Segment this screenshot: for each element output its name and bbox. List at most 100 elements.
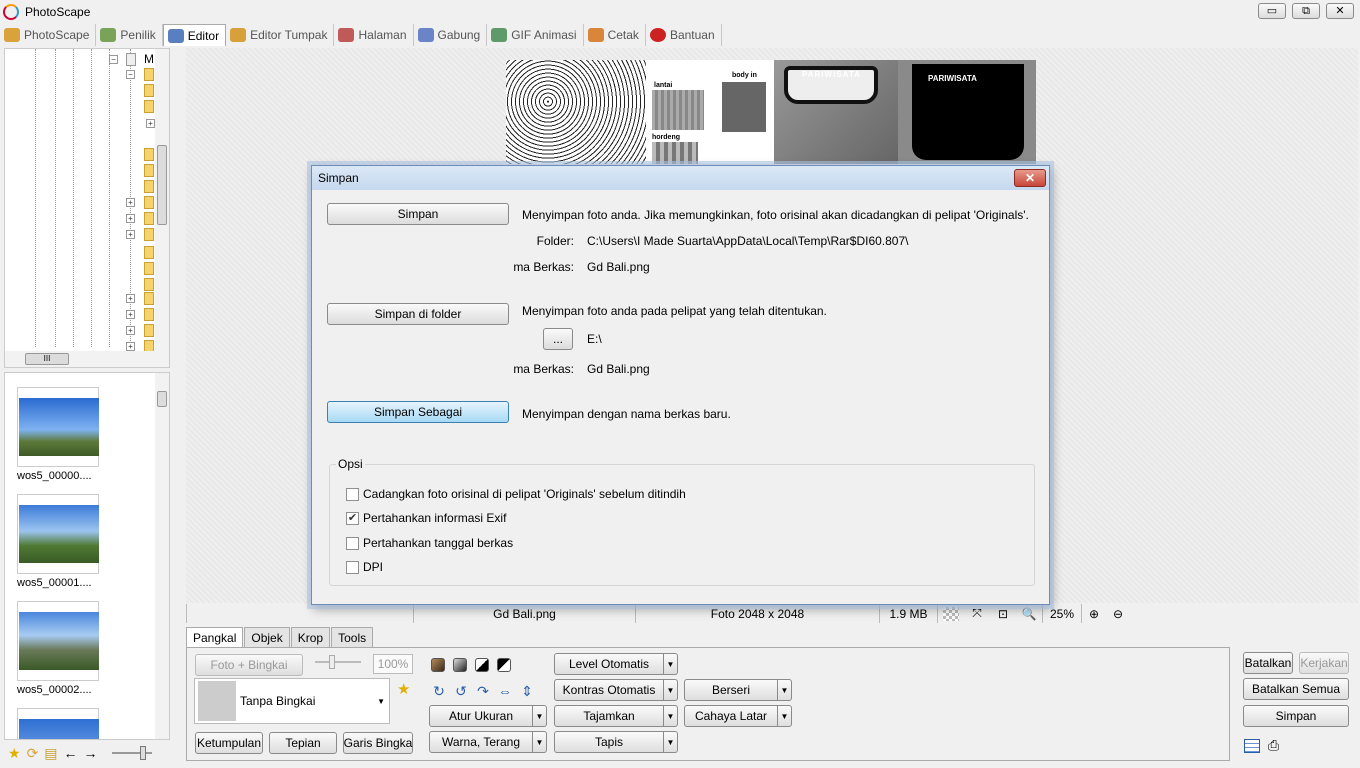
- list-view-icon[interactable]: [1244, 739, 1260, 753]
- tab-penilik[interactable]: Penilik: [96, 24, 163, 46]
- zoom-in-icon[interactable]: ⊕: [1082, 604, 1106, 623]
- tab-editor[interactable]: Editor: [162, 24, 227, 46]
- checkmark-icon[interactable]: ✔: [346, 511, 359, 525]
- undo-all-button[interactable]: Batalkan Semua: [1243, 678, 1349, 700]
- tab-tools[interactable]: Tools: [331, 627, 374, 647]
- favorite-star-icon[interactable]: ★: [397, 680, 410, 698]
- tree-collapse-toggle[interactable]: −: [126, 70, 135, 79]
- tree-expand-toggle[interactable]: +: [126, 342, 135, 351]
- simpan-button[interactable]: Simpan: [327, 203, 509, 225]
- back-arrow-icon[interactable]: ←: [64, 745, 78, 761]
- forward-arrow-icon[interactable]: →: [84, 745, 98, 761]
- tree-vertical-scrollbar[interactable]: [155, 49, 169, 351]
- cahaya-latar-dropdown[interactable]: Cahaya Latar ▼: [684, 705, 792, 727]
- dialog-close-button[interactable]: ✕: [1014, 169, 1046, 187]
- rotate-left-icon[interactable]: ↺: [453, 683, 469, 699]
- chevron-down-icon[interactable]: ▼: [778, 679, 792, 701]
- sepia-icon[interactable]: [431, 658, 445, 672]
- tab-photoscape[interactable]: PhotoScape: [0, 24, 97, 46]
- folder-tree[interactable]: − M − + + + + + + + + III: [4, 48, 170, 368]
- save-button[interactable]: Simpan: [1243, 705, 1349, 727]
- keep-file-date-checkbox[interactable]: Pertahankan tanggal berkas: [346, 536, 513, 550]
- tab-editor-tumpak[interactable]: Editor Tumpak: [226, 24, 335, 46]
- tab-krop[interactable]: Krop: [290, 627, 331, 647]
- thumbnail-list[interactable]: wos5_00000.... wos5_00001.... wos5_00002…: [4, 372, 170, 740]
- tree-collapse-toggle[interactable]: −: [109, 55, 118, 64]
- chevron-down-icon[interactable]: ▼: [664, 679, 678, 701]
- simpan-di-folder-button[interactable]: Simpan di folder: [327, 303, 509, 325]
- tab-objek[interactable]: Objek: [244, 627, 290, 647]
- grayscale-icon[interactable]: [453, 658, 467, 672]
- tab-pangkal[interactable]: Pangkal: [186, 627, 244, 647]
- dpi-checkbox[interactable]: DPI: [346, 560, 383, 574]
- tab-gabung[interactable]: Gabung: [414, 24, 488, 46]
- chevron-down-icon[interactable]: ▼: [664, 653, 678, 675]
- redo-button[interactable]: Kerjakan: [1299, 652, 1349, 674]
- zoom-fit-icon[interactable]: 🔍: [1016, 604, 1042, 623]
- browse-folder-button[interactable]: ...: [543, 328, 573, 350]
- tree-expand-toggle[interactable]: +: [126, 294, 135, 303]
- negative-icon[interactable]: [497, 658, 511, 672]
- thumbnail-vertical-scrollbar[interactable]: [155, 373, 169, 739]
- checkbox-box[interactable]: [346, 536, 359, 550]
- thumbnail-item[interactable]: wos5_00001....: [17, 494, 101, 589]
- keep-exif-checkbox[interactable]: ✔ Pertahankan informasi Exif: [346, 511, 506, 525]
- flip-vertical-icon[interactable]: ⇕: [519, 683, 535, 699]
- kontras-otomatis-dropdown[interactable]: Kontras Otomatis ▼: [554, 679, 678, 701]
- scrollbar-thumb[interactable]: [157, 145, 167, 225]
- minimize-button[interactable]: ▭: [1258, 3, 1286, 19]
- tree-expand-toggle[interactable]: +: [146, 119, 155, 128]
- fit-to-window-icon[interactable]: ⤧: [964, 604, 990, 623]
- black-white-icon[interactable]: [475, 658, 489, 672]
- scrollbar-thumb[interactable]: III: [25, 353, 69, 365]
- level-otomatis-dropdown[interactable]: Level Otomatis ▼: [554, 653, 678, 675]
- chevron-down-icon[interactable]: ▼: [664, 731, 678, 753]
- backup-original-checkbox[interactable]: Cadangkan foto orisinal di pelipat 'Orig…: [346, 487, 686, 501]
- scrollbar-thumb[interactable]: [157, 391, 167, 407]
- star-icon[interactable]: ★: [8, 745, 21, 762]
- chevron-down-icon[interactable]: ▼: [664, 705, 678, 727]
- chevron-down-icon[interactable]: ▼: [533, 731, 547, 753]
- close-button[interactable]: ✕: [1326, 3, 1354, 19]
- tree-horizontal-scrollbar[interactable]: III: [5, 351, 169, 367]
- zoom-out-icon[interactable]: ⊖: [1106, 604, 1130, 623]
- simpan-sebagai-button[interactable]: Simpan Sebagai: [327, 401, 509, 423]
- folder-open-icon[interactable]: ▤: [44, 745, 57, 762]
- frame-select[interactable]: Tanpa Bingkai ▼: [194, 678, 390, 724]
- tree-item-label[interactable]: M: [144, 52, 154, 66]
- checkbox-box[interactable]: [346, 487, 359, 501]
- printer-icon[interactable]: ⎙: [1268, 737, 1279, 754]
- tab-halaman[interactable]: Halaman: [334, 24, 414, 46]
- tab-gif-animasi[interactable]: GIF Animasi: [487, 24, 584, 46]
- transparency-grid-icon[interactable]: [938, 604, 964, 623]
- thumbnail-item[interactable]: [17, 708, 101, 739]
- tajamkan-dropdown[interactable]: Tajamkan ▼: [554, 705, 678, 727]
- photo-frame-button[interactable]: Foto + Bingkai: [195, 654, 303, 676]
- tree-expand-toggle[interactable]: +: [126, 230, 135, 239]
- tree-expand-toggle[interactable]: +: [126, 326, 135, 335]
- tab-cetak[interactable]: Cetak: [584, 24, 646, 46]
- flip-horizontal-icon[interactable]: ⇔: [497, 683, 513, 699]
- undo-button[interactable]: Batalkan: [1243, 652, 1293, 674]
- refresh-icon[interactable]: ⟳: [27, 745, 39, 762]
- redo-rotate-icon[interactable]: ↷: [475, 683, 491, 699]
- tab-bantuan[interactable]: Bantuan: [646, 24, 722, 46]
- tree-expand-toggle[interactable]: +: [126, 214, 135, 223]
- chevron-down-icon[interactable]: ▼: [778, 705, 792, 727]
- thumbnail-size-slider[interactable]: [111, 746, 152, 760]
- garis-bingkai-button[interactable]: Garis Bingka: [343, 732, 413, 754]
- actual-size-icon[interactable]: ⊡: [990, 604, 1016, 623]
- restore-button[interactable]: ⧉: [1292, 3, 1320, 19]
- warna-terang-dropdown[interactable]: Warna, Terang ▼: [429, 731, 547, 753]
- thumbnail-item[interactable]: wos5_00000....: [17, 387, 101, 482]
- tepian-button[interactable]: Tepian: [269, 732, 337, 754]
- checkbox-box[interactable]: [346, 560, 359, 574]
- berseri-dropdown[interactable]: Berseri ▼: [684, 679, 792, 701]
- tree-expand-toggle[interactable]: +: [126, 198, 135, 207]
- chevron-down-icon[interactable]: ▼: [533, 705, 547, 727]
- atur-ukuran-dropdown[interactable]: Atur Ukuran ▼: [429, 705, 547, 727]
- frame-size-slider[interactable]: [315, 655, 361, 669]
- panel-splitter[interactable]: [172, 360, 184, 460]
- tapis-dropdown[interactable]: Tapis ▼: [554, 731, 678, 753]
- tree-expand-toggle[interactable]: +: [126, 310, 135, 319]
